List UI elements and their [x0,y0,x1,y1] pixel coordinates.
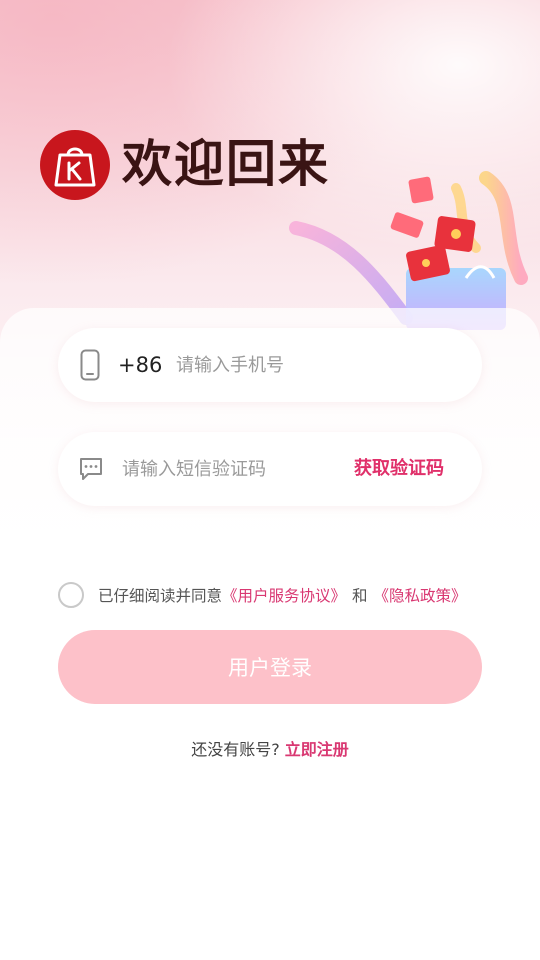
register-row: 还没有账号? 立即注册 [0,736,540,760]
phone-input[interactable] [176,345,456,385]
shopping-bag-logo-icon [54,147,96,187]
agreement-prefix: 已仔细阅读并同意 [98,587,223,605]
agreement-and: 和 [352,587,368,605]
register-link[interactable]: 立即注册 [285,740,349,759]
sms-code-input[interactable] [122,449,332,489]
agreement-row: 已仔细阅读并同意 《用户服务协议》 和 《隐私政策》 [58,580,467,610]
phone-icon [80,349,100,381]
user-agreement-link[interactable]: 《用户服务协议》 [222,584,346,606]
login-button[interactable]: 用户登录 [58,630,482,704]
app-logo [40,130,110,200]
sms-code-field[interactable]: 获取验证码 [58,432,482,506]
chat-bubble-icon [80,458,102,480]
country-code[interactable]: +86 [118,328,162,402]
privacy-policy-link[interactable]: 《隐私政策》 [374,584,467,606]
phone-field[interactable]: +86 [58,328,482,402]
agreement-checkbox[interactable] [58,582,84,608]
register-question: 还没有账号? [191,740,280,759]
get-code-button[interactable]: 获取验证码 [354,432,444,506]
